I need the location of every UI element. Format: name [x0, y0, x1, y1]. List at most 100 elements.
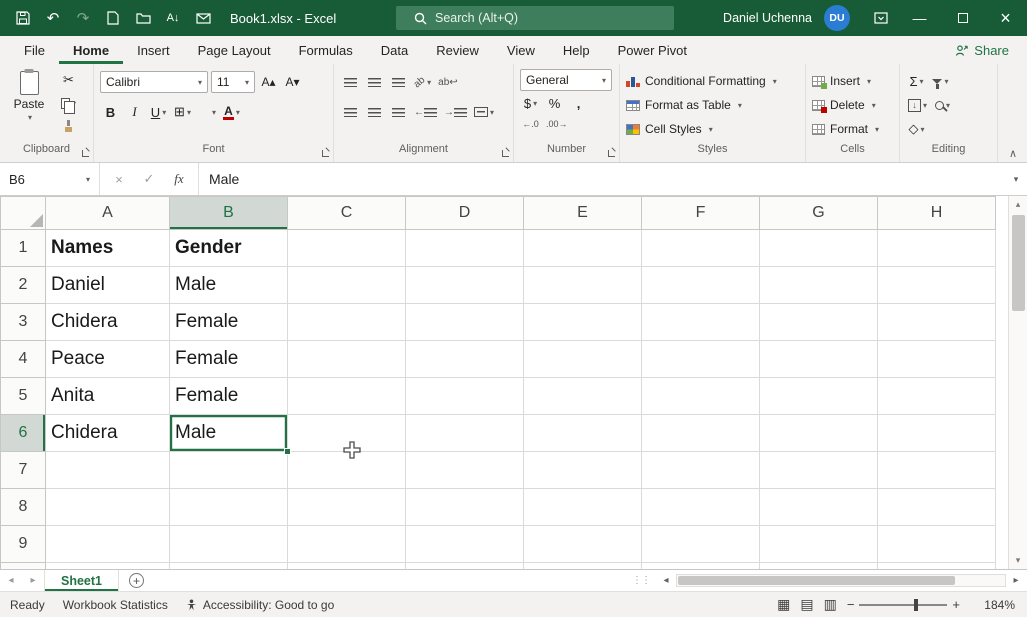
paste-button[interactable]: Paste ▾	[6, 69, 52, 141]
cell-B3[interactable]: Female	[169, 303, 288, 341]
cell-D7[interactable]	[405, 451, 524, 489]
cell-B7[interactable]	[169, 451, 288, 489]
zoom-slider-thumb[interactable]	[913, 598, 918, 611]
cell-C4[interactable]	[287, 340, 406, 378]
row-header-9[interactable]: 9	[0, 525, 46, 563]
cell-A2[interactable]: Daniel	[45, 266, 170, 304]
row-header-4[interactable]: 4	[0, 340, 46, 378]
cell-G8[interactable]	[759, 488, 878, 526]
cell-H4[interactable]	[877, 340, 996, 378]
scroll-left-icon[interactable]: ◂	[658, 575, 674, 586]
search-box[interactable]: Search (Alt+Q)	[396, 6, 674, 30]
cell-B9[interactable]	[169, 525, 288, 563]
sort-filter-button[interactable]: ▾	[930, 70, 951, 92]
cell-E8[interactable]	[523, 488, 642, 526]
row-header-3[interactable]: 3	[0, 303, 46, 341]
ribbon-tab-power-pivot[interactable]: Power Pivot	[604, 36, 701, 64]
cell-D3[interactable]	[405, 303, 524, 341]
cell-G7[interactable]	[759, 451, 878, 489]
ribbon-tab-formulas[interactable]: Formulas	[285, 36, 367, 64]
row-header-8[interactable]: 8	[0, 488, 46, 526]
cell-G3[interactable]	[759, 303, 878, 341]
cell-G9[interactable]	[759, 525, 878, 563]
cell-H1[interactable]	[877, 229, 996, 267]
font-name-select[interactable]: Calibri ▾	[100, 71, 208, 93]
column-header-A[interactable]: A	[45, 196, 170, 230]
undo-button[interactable]: ↶	[40, 5, 66, 31]
cell-C8[interactable]	[287, 488, 406, 526]
cell-F3[interactable]	[641, 303, 760, 341]
cell-H3[interactable]	[877, 303, 996, 341]
format-painter-button[interactable]	[58, 115, 79, 137]
row-header-2[interactable]: 2	[0, 266, 46, 304]
name-box[interactable]: B6 ▾	[0, 163, 100, 195]
font-size-select[interactable]: 11 ▾	[211, 71, 255, 93]
cell-D1[interactable]	[405, 229, 524, 267]
conditional-formatting-button[interactable]: Conditional Formatting ▾	[626, 69, 799, 93]
share-button[interactable]: Share	[955, 36, 1009, 64]
ribbon-display-options-button[interactable]	[864, 0, 898, 36]
cell-E1[interactable]	[523, 229, 642, 267]
row-header-1[interactable]: 1	[0, 229, 46, 267]
cell-D5[interactable]	[405, 377, 524, 415]
column-header-F[interactable]: F	[641, 196, 760, 230]
fill-color-button[interactable]: ▾	[196, 101, 218, 123]
cell-H6[interactable]	[877, 414, 996, 452]
row-header-5[interactable]: 5	[0, 377, 46, 415]
cancel-button[interactable]: ×	[104, 172, 134, 187]
enter-button[interactable]: ✓	[134, 171, 164, 187]
save-button[interactable]	[10, 5, 36, 31]
align-right-button[interactable]	[388, 101, 409, 123]
format-as-table-button[interactable]: Format as Table ▾	[626, 93, 799, 117]
cell-D6[interactable]	[405, 414, 524, 452]
cell-A7[interactable]	[45, 451, 170, 489]
underline-button[interactable]: U ▾	[148, 101, 169, 123]
next-sheet-button[interactable]: ▸	[22, 570, 44, 591]
insert-cells-button[interactable]: Insert ▾	[812, 69, 893, 93]
cell-C6[interactable]	[287, 414, 406, 452]
ribbon-tab-view[interactable]: View	[493, 36, 549, 64]
cell-C3[interactable]	[287, 303, 406, 341]
normal-view-button[interactable]: ▦	[777, 596, 790, 613]
scroll-right-icon[interactable]: ▸	[1008, 575, 1024, 586]
cell-H2[interactable]	[877, 266, 996, 304]
sheet-tab-sheet1[interactable]: Sheet1	[44, 570, 119, 591]
decrease-decimal-button[interactable]: .00→	[544, 113, 570, 135]
collapse-ribbon-button[interactable]: ∧	[1009, 147, 1017, 160]
cell-B2[interactable]: Male	[169, 266, 288, 304]
user-avatar[interactable]: DU	[824, 5, 850, 31]
scroll-down-icon[interactable]: ▾	[1009, 552, 1027, 569]
row-header-7[interactable]: 7	[0, 451, 46, 489]
cell-H7[interactable]	[877, 451, 996, 489]
cell-G4[interactable]	[759, 340, 878, 378]
maximize-button[interactable]	[941, 0, 984, 36]
new-sheet-button[interactable]: +	[129, 573, 144, 588]
vertical-scroll-thumb[interactable]	[1011, 215, 1025, 311]
select-all-button[interactable]	[0, 196, 46, 230]
cell-F1[interactable]	[641, 229, 760, 267]
borders-button[interactable]: ⊞ ▾	[172, 101, 193, 123]
center-button[interactable]	[364, 101, 385, 123]
accounting-format-button[interactable]: $ ▾	[520, 92, 541, 114]
cell-A4[interactable]: Peace	[45, 340, 170, 378]
expand-formula-bar-button[interactable]: ▾	[1005, 163, 1027, 195]
column-header-H[interactable]: H	[877, 196, 996, 230]
increase-decimal-button[interactable]: ←.0	[520, 113, 541, 135]
cell-D4[interactable]	[405, 340, 524, 378]
cell-D8[interactable]	[405, 488, 524, 526]
cell-F6[interactable]	[641, 414, 760, 452]
cell-F4[interactable]	[641, 340, 760, 378]
cell-C9[interactable]	[287, 525, 406, 563]
ribbon-tab-file[interactable]: File	[10, 36, 59, 64]
cell-A9[interactable]	[45, 525, 170, 563]
cell-G2[interactable]	[759, 266, 878, 304]
number-format-select[interactable]: General ▾	[520, 69, 612, 91]
cell-A8[interactable]	[45, 488, 170, 526]
page-layout-view-button[interactable]: ▤	[800, 596, 813, 613]
zoom-level[interactable]: 184%	[969, 598, 1015, 612]
cell-E4[interactable]	[523, 340, 642, 378]
zoom-slider[interactable]	[859, 598, 948, 611]
orientation-button[interactable]: ab ▾	[412, 71, 433, 93]
top-align-button[interactable]	[340, 71, 361, 93]
cell-C2[interactable]	[287, 266, 406, 304]
